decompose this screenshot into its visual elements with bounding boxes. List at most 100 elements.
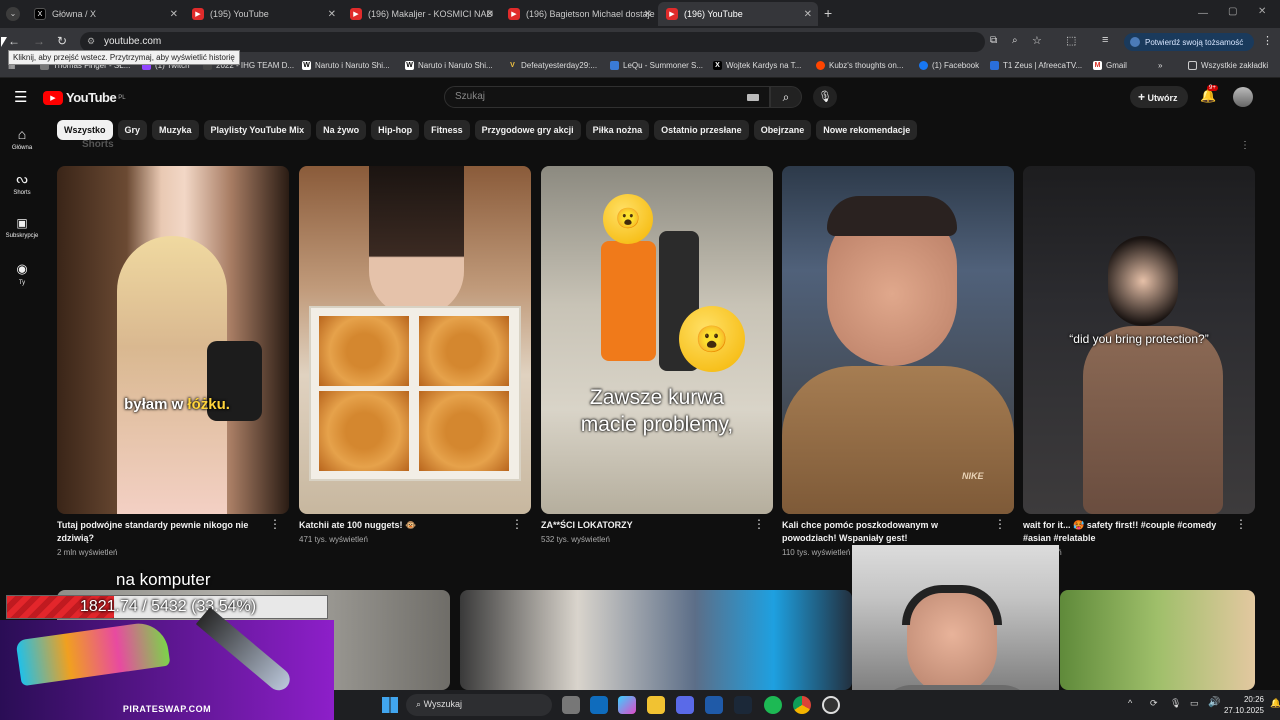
tab-youtube-196[interactable]: ▶ (196) YouTube ✕	[658, 2, 818, 26]
create-button[interactable]: + Utwórz	[1130, 86, 1188, 108]
chip-music[interactable]: Muzyka	[152, 120, 199, 140]
chip-watched[interactable]: Obejrzane	[753, 120, 812, 140]
sidebar-item-shorts[interactable]: ᔓ Shorts	[0, 163, 44, 208]
bookmark-item[interactable]: T1 Zeus | AfreecaTV...	[990, 61, 1082, 70]
zoom-icon[interactable]: ⌕	[1012, 35, 1018, 46]
bookmark-item[interactable]: (1) Facebook	[919, 61, 979, 70]
bookmark-star-icon[interactable]: ☆	[1032, 34, 1042, 47]
notifications-button[interactable]: 🔔 9+	[1200, 85, 1218, 104]
notification-bell-icon[interactable]: 🔔	[1270, 698, 1280, 709]
app-icon[interactable]	[705, 696, 723, 714]
short-title[interactable]: Katchii ate 100 nuggets! 🐵	[299, 519, 504, 532]
outlook-icon[interactable]	[590, 696, 608, 714]
short-thumbnail[interactable]: byłam w łóżku.	[57, 166, 289, 514]
sidebar-item-home[interactable]: ⌂ Główna	[0, 118, 44, 163]
more-bookmarks-icon[interactable]: »	[1158, 61, 1162, 70]
close-tab-icon[interactable]: ✕	[170, 9, 178, 20]
more-options-icon[interactable]: ⋮	[511, 518, 523, 530]
more-options-icon[interactable]: ⋮	[269, 518, 281, 530]
all-bookmarks-folder[interactable]: Wszystkie zakładki	[1188, 61, 1268, 70]
video-thumbnail[interactable]	[1060, 590, 1255, 690]
youtube-logo[interactable]: ▶ YouTube PL	[43, 90, 126, 105]
short-title[interactable]: ZA**ŚCI LOKATORZY	[541, 519, 746, 532]
reload-icon[interactable]: ↻	[57, 34, 67, 48]
search-input[interactable]: Szukaj	[444, 86, 770, 108]
voice-search-button[interactable]: 🎙	[813, 86, 837, 108]
keyboard-icon[interactable]	[747, 94, 759, 101]
short-card[interactable]: 😮 😮 Zawsze kurwa macie problemy, ZA**ŚCI …	[541, 166, 773, 544]
new-tab-button[interactable]: +	[824, 5, 832, 21]
short-card[interactable]: Katchii ate 100 nuggets! 🐵 471 tys. wyśw…	[299, 166, 531, 544]
spotify-icon[interactable]	[764, 696, 782, 714]
short-thumbnail[interactable]: NIKE	[782, 166, 1014, 514]
bookmark-item[interactable]: Kubz's thoughts on...	[816, 61, 903, 70]
menu-kebab-icon[interactable]: ⋮	[1262, 34, 1273, 47]
sidebar-item-subscriptions[interactable]: ▣ Subskrypcje	[0, 208, 44, 253]
short-card[interactable]: byłam w łóżku. Tutaj podwójne standardy …	[57, 166, 289, 557]
hamburger-menu-icon[interactable]: ☰	[14, 88, 27, 106]
steam-icon[interactable]	[734, 696, 752, 714]
sidebar-item-you[interactable]: ◉ Ty	[0, 253, 44, 298]
chip-recent[interactable]: Ostatnio przesłane	[654, 120, 749, 140]
chip-hiphop[interactable]: Hip-hop	[371, 120, 420, 140]
display-icon[interactable]: ▭	[1190, 698, 1199, 709]
short-card[interactable]: “did you bring protection?” wait for it.…	[1023, 166, 1255, 557]
chip-games[interactable]: Gry	[117, 120, 148, 140]
bookmark-item[interactable]: W Naruto i Naruto Shi...	[405, 61, 493, 70]
store-icon[interactable]	[676, 696, 694, 714]
reading-list-icon[interactable]: ≡	[1102, 34, 1108, 46]
chrome-icon[interactable]	[793, 696, 811, 714]
install-app-icon[interactable]: ⧉	[990, 35, 997, 46]
address-bar[interactable]: ⚙ youtube.com ⧉ ⌕ ☆	[80, 32, 1042, 52]
tab-x[interactable]: X Główna / X ✕	[26, 2, 184, 26]
short-title[interactable]: wait for it... 🥵 safety first!! #couple …	[1023, 519, 1228, 545]
short-title[interactable]: Kali chce pomóc poszkodowanym w powodzia…	[782, 519, 987, 545]
tab-bagietson[interactable]: ▶ (196) Bagietson Michael dostaje ✕	[500, 2, 658, 26]
bookmark-item[interactable]: X Wojtek Kardys na T...	[713, 61, 801, 70]
tab-makaljer[interactable]: ▶ (196) Makaljer - KOSMICI NAD ✕	[342, 2, 500, 26]
short-thumbnail[interactable]: 😮 😮 Zawsze kurwa macie problemy,	[541, 166, 773, 514]
close-tab-icon[interactable]: ✕	[804, 9, 812, 20]
short-card[interactable]: NIKE Kali chce pomóc poszkodowanym w pow…	[782, 166, 1014, 557]
chip-mix[interactable]: Playlisty YouTube Mix	[203, 120, 312, 140]
forward-arrow-icon[interactable]: →	[33, 34, 45, 48]
clock[interactable]: 20:26 27.10.2025	[1214, 694, 1264, 716]
search-button[interactable]: ⌕	[770, 86, 802, 108]
network-icon[interactable]: ⟳	[1150, 698, 1158, 709]
more-options-icon[interactable]: ⋮	[1235, 518, 1247, 530]
chip-live[interactable]: Na żywo	[316, 120, 367, 140]
more-options-icon[interactable]: ⋮	[994, 518, 1006, 530]
chip-football[interactable]: Piłka nożna	[585, 120, 650, 140]
bookmark-item[interactable]: V Defeatyesterday29:...	[508, 61, 597, 70]
avatar[interactable]	[1233, 87, 1253, 107]
close-tab-icon[interactable]: ✕	[486, 9, 494, 20]
close-tab-icon[interactable]: ✕	[644, 9, 652, 20]
bookmark-item[interactable]: M Gmail	[1093, 61, 1127, 70]
short-thumbnail[interactable]: “did you bring protection?”	[1023, 166, 1255, 514]
file-explorer-icon[interactable]	[647, 696, 665, 714]
bookmark-item[interactable]: LeQu - Summoner S...	[610, 61, 703, 70]
extensions-icon[interactable]: ⬚	[1066, 34, 1076, 47]
chip-adventure[interactable]: Przygodowe gry akcji	[474, 120, 581, 140]
tab-youtube-195[interactable]: ▶ (195) YouTube ✕	[184, 2, 342, 26]
close-tab-icon[interactable]: ✕	[328, 9, 336, 20]
profile-verify-button[interactable]: Potwierdź swoją tożsamość	[1124, 33, 1254, 51]
bookmark-item[interactable]: W Naruto i Naruto Shi...	[302, 61, 390, 70]
maximize-icon[interactable]: ▢	[1228, 6, 1237, 17]
back-arrow-icon[interactable]: ←	[8, 34, 20, 48]
video-thumbnail[interactable]	[460, 590, 852, 690]
short-title[interactable]: Tutaj podwójne standardy pewnie nikogo n…	[57, 519, 262, 545]
minimize-icon[interactable]: —	[1198, 8, 1208, 19]
windows-start-icon[interactable]	[382, 697, 398, 713]
more-options-icon[interactable]: ⋮	[753, 518, 765, 530]
close-window-icon[interactable]: ✕	[1258, 6, 1266, 17]
chip-new[interactable]: Nowe rekomendacje	[816, 120, 918, 140]
obs-icon[interactable]	[822, 696, 840, 714]
microphone-icon[interactable]: 🎙	[1170, 698, 1181, 709]
short-thumbnail[interactable]	[299, 166, 531, 514]
tray-chevron-icon[interactable]: ^	[1128, 698, 1132, 708]
tab-search-button[interactable]: ⌄	[6, 7, 20, 21]
task-view-icon[interactable]	[562, 696, 580, 714]
section-menu-icon[interactable]: ⋮	[1240, 140, 1250, 151]
chip-all[interactable]: Wszystko	[57, 120, 113, 140]
